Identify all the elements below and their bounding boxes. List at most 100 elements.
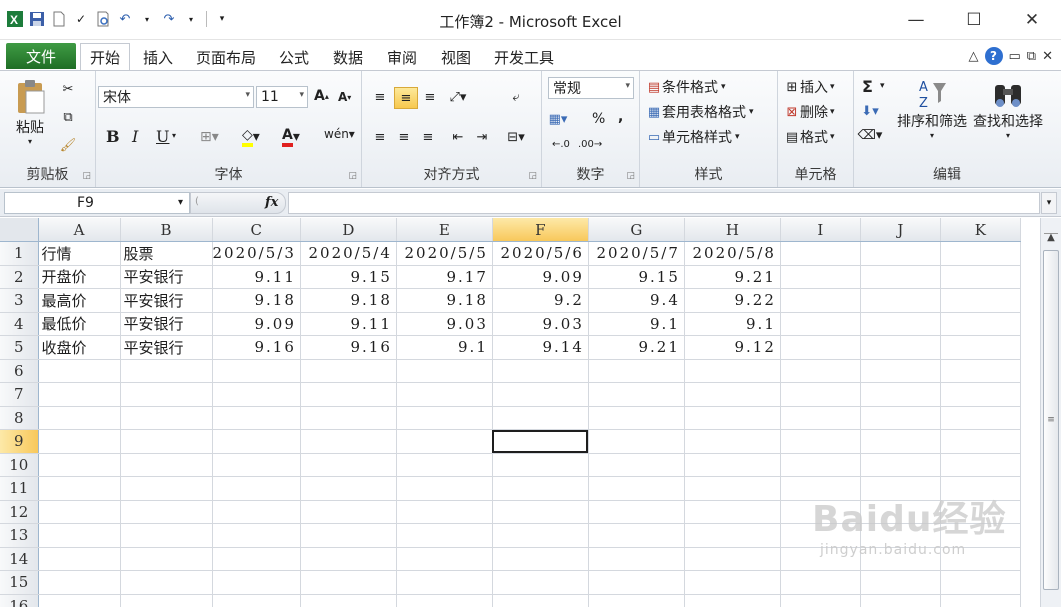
cell-j10[interactable] — [860, 453, 941, 477]
tab-view[interactable]: 视图 — [434, 43, 478, 71]
cell-a9[interactable] — [38, 429, 121, 454]
cell-d7[interactable] — [300, 382, 397, 407]
collapse-ribbon-icon[interactable]: △ — [969, 49, 979, 64]
cell-b8[interactable] — [120, 406, 213, 430]
cell-a12[interactable] — [38, 500, 121, 524]
cell-f3[interactable]: 9.2 — [492, 288, 589, 313]
column-header-c[interactable]: C — [212, 218, 301, 242]
cell-e12[interactable] — [396, 500, 493, 524]
cell-f15[interactable] — [492, 570, 589, 595]
cell-i10[interactable] — [780, 453, 861, 477]
cell-k6[interactable] — [940, 359, 1021, 383]
row-header-14[interactable]: 14 — [0, 547, 39, 571]
cell-d9[interactable] — [300, 429, 397, 454]
cell-g13[interactable] — [588, 523, 685, 548]
find-select-button[interactable]: 查找和选择 ▾ — [970, 77, 1046, 140]
cell-g15[interactable] — [588, 570, 685, 595]
cell-b13[interactable] — [120, 523, 213, 548]
cell-i6[interactable] — [780, 359, 861, 383]
cell-b11[interactable] — [120, 476, 213, 501]
cell-h15[interactable] — [684, 570, 781, 595]
insert-cells-button[interactable]: ⊞ 插入 ▾ — [784, 77, 835, 97]
cell-f7[interactable] — [492, 382, 589, 407]
cell-g1[interactable]: 2020/5/7 — [588, 241, 685, 266]
cell-e13[interactable] — [396, 523, 493, 548]
cell-b16[interactable] — [120, 594, 213, 607]
cell-a15[interactable] — [38, 570, 121, 595]
cell-a3[interactable]: 最高价 — [38, 288, 121, 313]
number-format-combo[interactable]: 常规 ▾ — [548, 77, 634, 99]
row-header-3[interactable]: 3 — [0, 288, 39, 313]
alignment-launcher-icon[interactable]: ◲ — [528, 171, 537, 181]
cell-a7[interactable] — [38, 382, 121, 407]
cell-d2[interactable]: 9.15 — [300, 265, 397, 289]
cell-c2[interactable]: 9.11 — [212, 265, 301, 289]
cell-c3[interactable]: 9.18 — [212, 288, 301, 313]
column-header-g[interactable]: G — [588, 218, 685, 242]
cell-d15[interactable] — [300, 570, 397, 595]
cell-a10[interactable] — [38, 453, 121, 477]
number-launcher-icon[interactable]: ◲ — [626, 171, 635, 181]
cell-d1[interactable]: 2020/5/4 — [300, 241, 397, 266]
cell-c9[interactable] — [212, 429, 301, 454]
cell-h1[interactable]: 2020/5/8 — [684, 241, 781, 266]
align-left-icon[interactable]: ≡ — [372, 129, 388, 145]
name-box[interactable]: F9 ▾ — [4, 192, 190, 214]
cell-c14[interactable] — [212, 547, 301, 571]
cell-b12[interactable] — [120, 500, 213, 524]
cell-i7[interactable] — [780, 382, 861, 407]
cell-e3[interactable]: 9.18 — [396, 288, 493, 313]
cell-h2[interactable]: 9.21 — [684, 265, 781, 289]
cell-f12[interactable] — [492, 500, 589, 524]
cell-h10[interactable] — [684, 453, 781, 477]
cell-b5[interactable]: 平安银行 — [120, 335, 213, 360]
scrollbar-thumb[interactable]: ≡ — [1043, 250, 1059, 590]
cell-j9[interactable] — [860, 429, 941, 454]
cell-c13[interactable] — [212, 523, 301, 548]
cell-j4[interactable] — [860, 312, 941, 336]
cell-j15[interactable] — [860, 570, 941, 595]
cell-a5[interactable]: 收盘价 — [38, 335, 121, 360]
cell-f6[interactable] — [492, 359, 589, 383]
cell-k9[interactable] — [940, 429, 1021, 454]
cell-b3[interactable]: 平安银行 — [120, 288, 213, 313]
underline-dropdown-icon[interactable]: ▾ — [172, 131, 176, 140]
tab-page-layout[interactable]: 页面布局 — [190, 43, 262, 71]
cell-c4[interactable]: 9.09 — [212, 312, 301, 336]
cell-d11[interactable] — [300, 476, 397, 501]
cell-d4[interactable]: 9.11 — [300, 312, 397, 336]
cell-e6[interactable] — [396, 359, 493, 383]
cell-b4[interactable]: 平安银行 — [120, 312, 213, 336]
row-header-12[interactable]: 12 — [0, 500, 39, 524]
cell-g12[interactable] — [588, 500, 685, 524]
row-header-1[interactable]: 1 — [0, 241, 39, 266]
cell-f16[interactable] — [492, 594, 589, 607]
row-header-9[interactable]: 9 — [0, 429, 39, 454]
cell-j16[interactable] — [860, 594, 941, 607]
grow-font-icon[interactable]: A ▴ — [314, 88, 329, 104]
cell-j6[interactable] — [860, 359, 941, 383]
conditional-formatting-button[interactable]: ▤ 条件格式 ▾ — [646, 77, 726, 97]
cell-i9[interactable] — [780, 429, 861, 454]
row-header-2[interactable]: 2 — [0, 265, 39, 289]
column-header-k[interactable]: K — [940, 218, 1021, 242]
format-as-table-button[interactable]: ▦ 套用表格格式 ▾ — [646, 102, 754, 122]
cell-b15[interactable] — [120, 570, 213, 595]
accounting-format-icon[interactable]: ▦▾ — [549, 111, 568, 127]
column-header-i[interactable]: I — [780, 218, 861, 242]
cell-h3[interactable]: 9.22 — [684, 288, 781, 313]
workbook-close-icon[interactable]: ✕ — [1042, 49, 1053, 64]
cell-f8[interactable] — [492, 406, 589, 430]
decrease-decimal-icon[interactable]: .00→ — [578, 139, 602, 150]
row-header-8[interactable]: 8 — [0, 406, 39, 430]
workbook-restore-icon[interactable]: ⧉ — [1027, 49, 1036, 64]
align-bottom-icon[interactable]: ≡ — [422, 89, 438, 105]
font-color-icon[interactable]: A ▾ — [282, 127, 300, 147]
cell-b2[interactable]: 平安银行 — [120, 265, 213, 289]
cell-g3[interactable]: 9.4 — [588, 288, 685, 313]
cell-a4[interactable]: 最低价 — [38, 312, 121, 336]
maximize-button[interactable]: ☐ — [945, 0, 1003, 40]
increase-indent-icon[interactable]: ⇥ — [474, 129, 490, 145]
insert-function-button[interactable]: fx — [265, 195, 278, 210]
select-all-corner[interactable] — [0, 218, 39, 242]
